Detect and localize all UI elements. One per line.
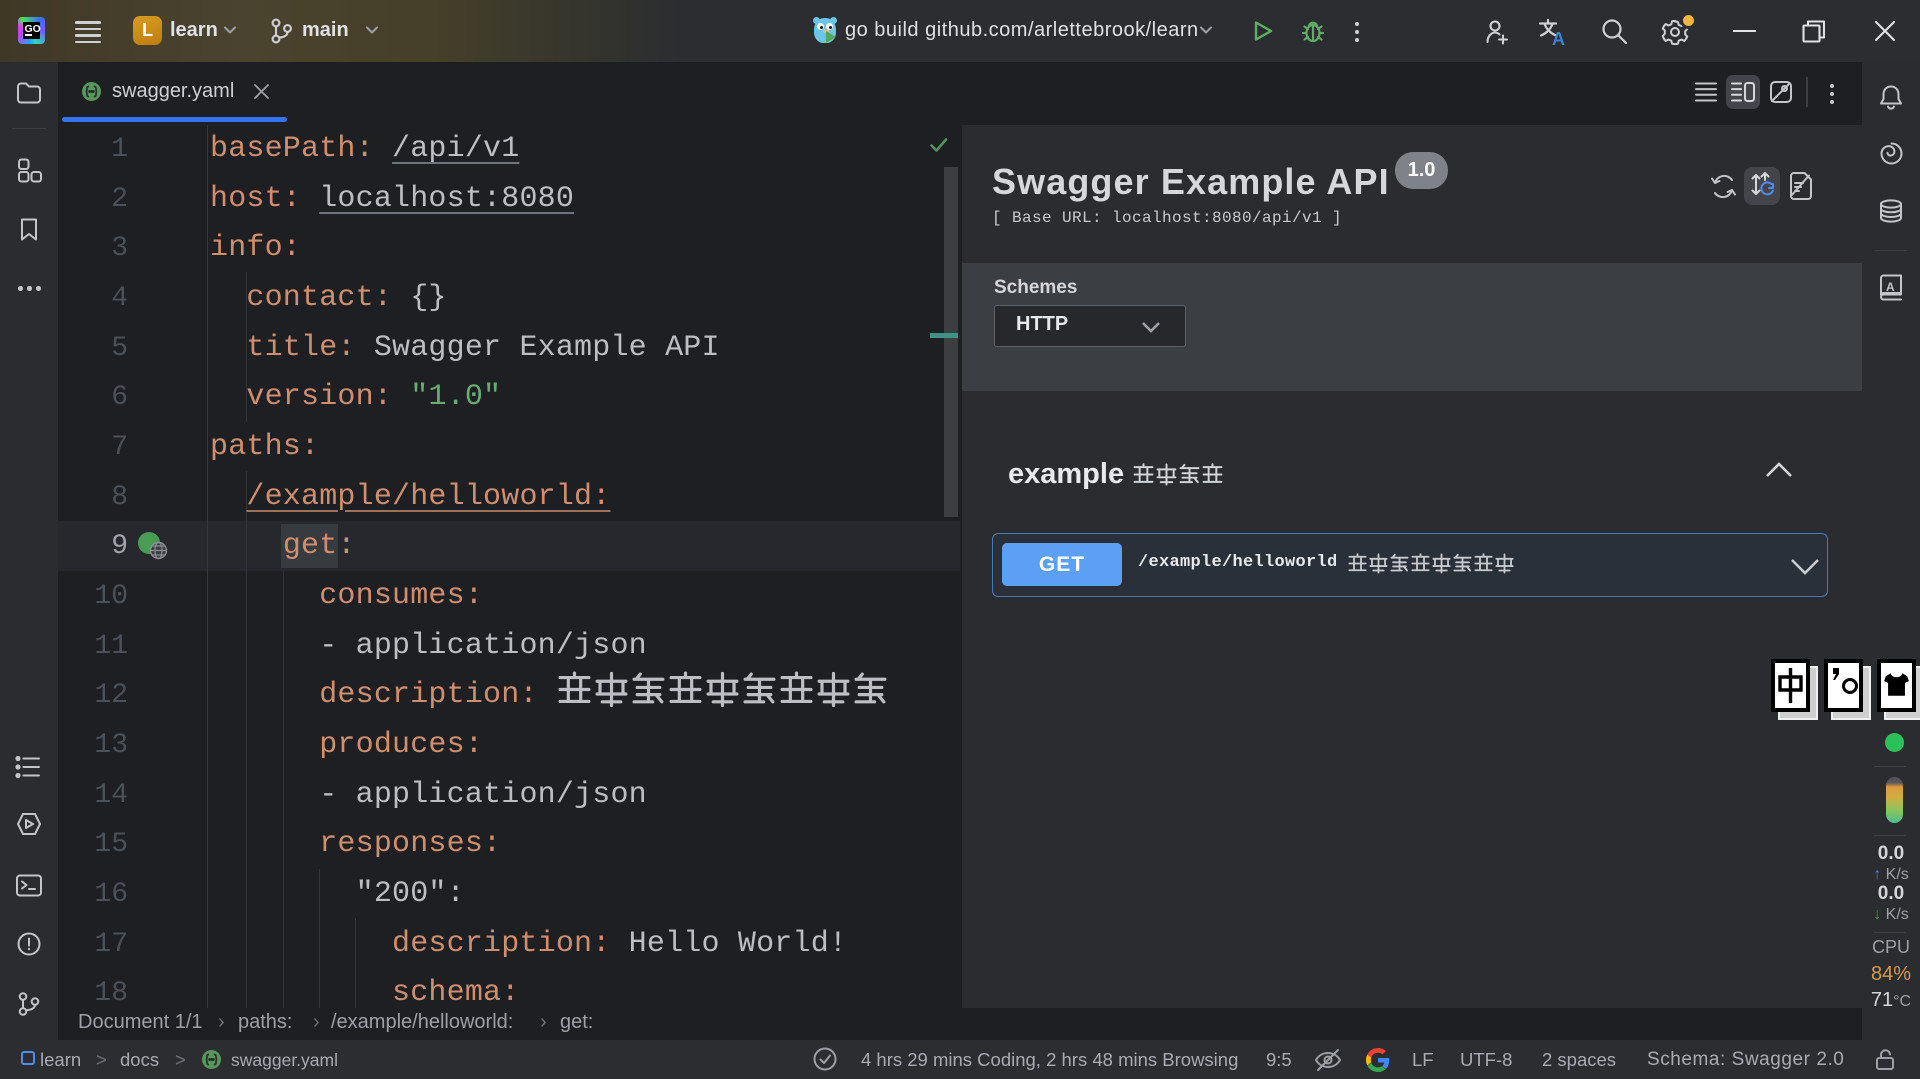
svg-text:A: A: [1886, 280, 1895, 294]
svg-text:A: A: [1552, 29, 1565, 48]
